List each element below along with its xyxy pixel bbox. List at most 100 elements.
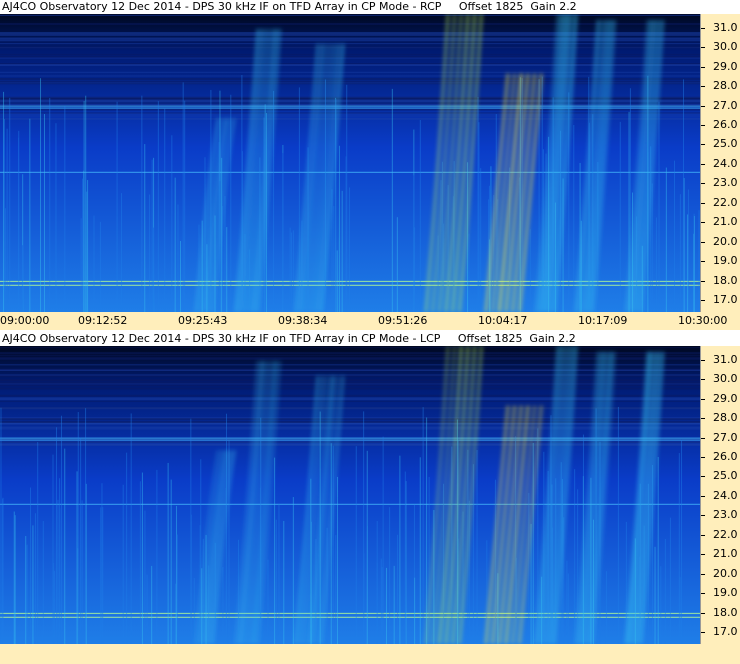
y-tick [701, 612, 705, 614]
noise-streak [43, 113, 45, 312]
interference-band [0, 32, 700, 35]
noise-streak [355, 446, 357, 644]
noise-streak [655, 217, 657, 312]
noise-streak [57, 499, 59, 644]
noise-streak [80, 218, 82, 312]
noise-streak [121, 193, 123, 312]
noise-streak [573, 124, 575, 312]
interference-band [0, 39, 700, 41]
lcp-time-axis [0, 644, 740, 664]
noise-streak [13, 511, 15, 644]
rcp-frequency-axis: 31.0 30.0 29.0 28.0 27.0 26.0 25.0 24.0 23.0 22.0… [700, 14, 740, 312]
noise-streak [283, 520, 285, 644]
lcp-chart-title: AJ4CO Observatory 12 Dec 2014 - DPS 30 k… [0, 332, 740, 346]
lcp-frequency-axis: 31.0 30.0 29.0 28.0 27.0 26.0 25.0 24.0 23.0 22.0… [700, 346, 740, 644]
noise-streak [393, 565, 395, 644]
y-tick-label: 17.0 [713, 293, 738, 307]
y-tick-label: 26.0 [713, 450, 738, 464]
rcp-time-axis: 09:00:00 09:12:52 09:25:43 09:38:34 09:51:26… [0, 312, 740, 330]
y-tick [701, 27, 705, 29]
noise-streak [193, 578, 195, 644]
noise-streak [605, 571, 607, 644]
interference-band [0, 46, 700, 49]
y-tick [701, 66, 705, 68]
interference-band [0, 374, 700, 376]
y-tick-label: 22.0 [713, 527, 738, 541]
noise-streak [4, 208, 6, 312]
noise-streak [468, 233, 470, 312]
noise-streak [170, 479, 172, 644]
noise-streak [275, 519, 277, 644]
noise-streak [60, 415, 62, 644]
noise-streak [290, 232, 292, 312]
noise-streak [687, 214, 689, 312]
noise-streak [567, 573, 569, 644]
noise-streak [335, 535, 337, 644]
x-tick-label: 10:30:00 [678, 314, 728, 327]
noise-streak [665, 167, 667, 312]
y-tick-label: 23.0 [713, 508, 738, 522]
y-tick [701, 573, 705, 575]
noise-streak [282, 153, 284, 312]
interference-band [0, 43, 700, 45]
noise-streak [222, 567, 224, 644]
noise-streak [126, 452, 128, 644]
noise-streak [141, 472, 143, 644]
y-tick-label: 25.0 [713, 469, 738, 483]
y-tick [701, 418, 705, 420]
noise-streak [141, 95, 143, 312]
y-tick [701, 437, 705, 439]
noise-streak [467, 162, 469, 312]
noise-streak [336, 250, 338, 312]
noise-streak [346, 84, 348, 312]
noise-streak [3, 119, 5, 312]
rcp-chart-title: AJ4CO Observatory 12 Dec 2014 - DPS 30 k… [0, 0, 740, 14]
noise-streak [419, 119, 421, 312]
noise-streak [426, 417, 428, 644]
noise-streak [190, 514, 192, 644]
noise-streak [122, 484, 124, 644]
y-tick [701, 241, 705, 243]
noise-streak [664, 539, 666, 644]
noise-streak [292, 230, 294, 312]
y-tick-label: 31.0 [713, 352, 738, 366]
noise-streak [528, 492, 530, 644]
noise-streak [55, 123, 57, 312]
noise-streak [29, 118, 31, 312]
x-tick-label: 09:12:52 [78, 314, 128, 327]
noise-streak [681, 439, 683, 644]
noise-streak [404, 471, 406, 644]
noise-streak [389, 507, 391, 644]
interference-band [0, 418, 700, 421]
noise-streak [331, 189, 333, 312]
noise-streak [53, 570, 55, 644]
noise-streak [366, 450, 368, 644]
noise-streak [693, 233, 695, 312]
interference-band [0, 37, 700, 39]
noise-streak [478, 122, 480, 312]
noise-streak [226, 227, 228, 312]
noise-streak [658, 101, 660, 312]
noise-streak [130, 413, 132, 644]
noise-streak [176, 534, 178, 644]
y-tick-label: 22.0 [713, 195, 738, 209]
noise-streak [25, 536, 27, 644]
noise-streak [164, 108, 166, 312]
noise-streak [76, 471, 78, 644]
noise-streak [81, 500, 83, 644]
noise-streak [274, 457, 276, 644]
noise-streak [100, 507, 102, 644]
noise-streak [376, 562, 378, 644]
noise-streak [14, 515, 16, 644]
interference-band [0, 428, 700, 430]
noise-streak [657, 456, 659, 644]
noise-streak [278, 503, 280, 644]
noise-streak [399, 455, 401, 644]
noise-streak [26, 544, 28, 644]
noise-streak [532, 442, 534, 644]
noise-streak [18, 130, 20, 312]
y-tick-label: 24.0 [713, 488, 738, 502]
noise-streak [617, 406, 619, 644]
interference-band [0, 38, 700, 40]
y-tick-label: 26.0 [713, 118, 738, 132]
